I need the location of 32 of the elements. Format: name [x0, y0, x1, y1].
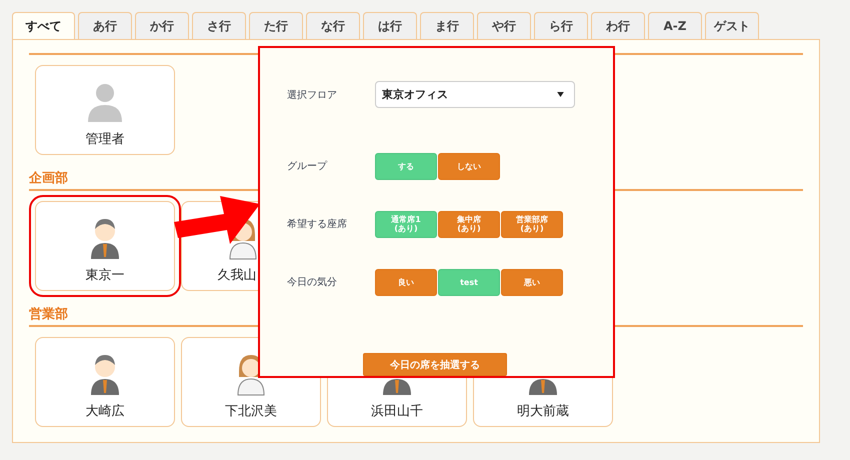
user-name: 久我山: [218, 267, 256, 284]
user-name: 明大前蔵: [517, 403, 569, 420]
tab[interactable]: た行: [249, 12, 303, 39]
user-name: 大崎広: [86, 403, 124, 420]
group-heading: 企画部: [29, 170, 68, 187]
tab[interactable]: A-Z: [648, 12, 702, 39]
group-heading: 営業部: [29, 306, 68, 323]
tab[interactable]: な行: [306, 12, 360, 39]
user-name: 管理者: [86, 131, 124, 148]
tab[interactable]: か行: [135, 12, 189, 39]
tab[interactable]: ゲスト: [705, 12, 759, 39]
tab[interactable]: さ行: [192, 12, 246, 39]
user-name: 下北沢美: [225, 403, 277, 420]
user-card[interactable]: 大崎広: [35, 337, 175, 427]
tab[interactable]: ま行: [420, 12, 474, 39]
man-figure-icon: [90, 354, 120, 396]
field-label: 希望する座席: [287, 218, 348, 232]
tab[interactable]: あ行: [78, 12, 132, 39]
user-card[interactable]: 管理者: [35, 65, 175, 155]
field-label: 選択フロア: [287, 88, 338, 102]
tab[interactable]: わ行: [591, 12, 645, 39]
floor-select[interactable]: 東京オフィス: [375, 81, 575, 108]
tab[interactable]: すべて: [12, 12, 75, 39]
tab[interactable]: ら行: [534, 12, 588, 39]
field-label: 今日の気分: [287, 276, 338, 290]
caret-icon: [557, 92, 564, 98]
tab[interactable]: や行: [477, 12, 531, 39]
user-name: 東京一: [86, 267, 124, 284]
user-name: 浜田山千: [371, 403, 423, 420]
man-figure-icon: [90, 218, 120, 260]
tab[interactable]: は行: [363, 12, 417, 39]
field-label: グループ: [287, 160, 328, 174]
